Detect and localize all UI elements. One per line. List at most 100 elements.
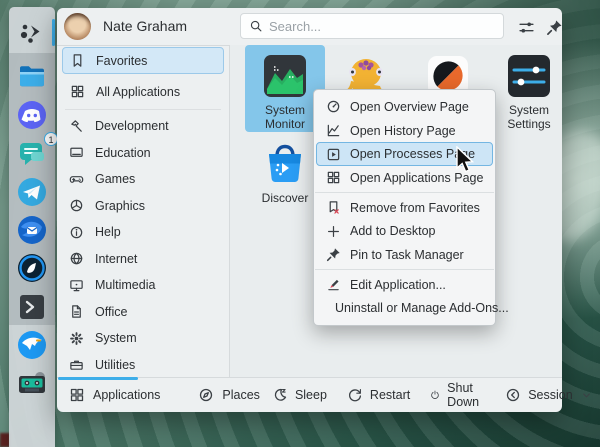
category-label: Multimedia [95,278,155,292]
action-label: Shut Down [447,381,485,409]
category-label: System [95,331,137,345]
pin-icon [326,247,341,262]
system-settings-app-icon [506,53,552,99]
launcher-header: Nate Graham Search... [57,8,562,46]
remove-favorite-icon [326,200,341,215]
menu-separator [315,192,494,193]
chat-icon[interactable]: 1 [17,138,47,168]
pin-icon [546,19,563,36]
sidebar-item-system[interactable]: System [62,325,224,352]
tab-label: Applications [93,388,160,402]
chevron-down-icon [580,389,593,402]
browser-icon[interactable] [17,253,47,283]
restart-icon [347,387,363,403]
active-tab-indicator [58,377,138,380]
menu-item-label: Open History Page [350,124,456,138]
all-apps-grid-icon [326,170,341,185]
sleep-button[interactable]: Sleep [272,387,327,403]
menu-item-label: Add to Desktop [350,224,435,238]
shutdown-button[interactable]: Shut Down [430,381,485,409]
terminal-icon[interactable] [17,292,47,322]
configure-button[interactable] [514,15,538,39]
history-chart-icon [326,123,341,138]
tab-places[interactable]: Places [186,378,272,412]
action-label: Restart [370,388,410,402]
discover-app-icon [262,141,308,187]
sidebar-item-help[interactable]: Help [62,219,224,246]
user-avatar[interactable] [64,13,91,40]
sidebar-item-label: Favorites [96,54,147,68]
gamepad-icon [69,172,84,187]
category-label: Games [95,172,135,186]
menu-item-label: Uninstall or Manage Add-Ons... [335,301,509,315]
search-placeholder: Search... [269,19,321,34]
processes-window-icon [326,147,341,162]
color-wheel-icon [69,198,84,213]
sidebar-separator [65,109,221,110]
sidebar-item-education[interactable]: Education [62,140,224,167]
sidebar-item-favorites[interactable]: Favorites [62,47,224,74]
category-label: Help [95,225,121,239]
all-apps-grid-icon [69,387,85,403]
discord-icon[interactable] [17,100,47,130]
document-icon [69,304,84,319]
bookmark-icon [70,53,85,68]
category-label: Development [95,119,169,133]
category-sidebar: Favorites All Applications Development E… [57,45,230,378]
menu-item-uninstall-or-manage-addons[interactable]: Uninstall or Manage Add-Ons... [316,297,493,321]
app-launcher-icon[interactable] [17,18,47,48]
display-icon [69,145,84,160]
session-chevron-icon [505,387,521,403]
menu-item-open-overview-page[interactable]: Open Overview Page [316,95,493,119]
category-label: Internet [95,252,137,266]
all-apps-grid-icon [70,84,85,99]
menu-item-label: Edit Application... [350,278,446,292]
media-player-icon[interactable] [17,369,47,399]
session-button[interactable]: Session [505,387,592,403]
sleep-moon-icon [272,387,288,403]
falkon-icon[interactable] [17,330,47,360]
sidebar-item-internet[interactable]: Internet [62,246,224,273]
launcher-active-indicator [52,19,55,46]
category-label: Education [95,146,151,160]
sidebar-item-development[interactable]: Development [62,113,224,140]
menu-item-add-to-desktop[interactable]: Add to Desktop [316,219,493,243]
system-monitor-app-icon [262,53,308,99]
category-label: Graphics [95,199,145,213]
edit-pen-icon [326,277,341,292]
notification-badge: 1 [44,132,58,146]
menu-item-edit-application[interactable]: Edit Application... [316,273,493,297]
menu-item-open-history-page[interactable]: Open History Page [316,119,493,143]
search-input[interactable]: Search... [240,13,504,39]
user-name: Nate Graham [103,18,187,34]
pin-button[interactable] [542,15,566,39]
restart-button[interactable]: Restart [347,387,410,403]
desktop: 1 Nate Graham Search... [0,0,600,447]
menu-item-pin-to-task-manager[interactable]: Pin to Task Manager [316,243,493,267]
compass-icon [198,387,214,403]
tab-applications[interactable]: Applications [57,378,172,412]
app-tile-label: System Settings [489,103,569,131]
sidebar-item-office[interactable]: Office [62,299,224,326]
configure-icon [518,19,535,36]
info-icon [69,225,84,240]
toolbox-icon [69,357,84,372]
telegram-icon[interactable] [17,177,47,207]
power-icon [430,387,440,403]
thunderbird-icon[interactable] [17,215,47,245]
menu-item-label: Pin to Task Manager [350,248,464,262]
sidebar-item-games[interactable]: Games [62,166,224,193]
sidebar-item-all-applications[interactable]: All Applications [62,78,224,105]
menu-item-remove-from-favorites[interactable]: Remove from Favorites [316,196,493,220]
sidebar-item-label: All Applications [96,85,180,99]
action-label: Session [528,388,572,402]
app-tile-system-settings[interactable]: System Settings [489,45,569,132]
monitor-icon [69,278,84,293]
sidebar-item-utilities[interactable]: Utilities [62,352,224,379]
gear-icon [69,331,84,346]
sidebar-item-multimedia[interactable]: Multimedia [62,272,224,299]
plus-icon [326,224,341,239]
search-icon [249,19,263,33]
sidebar-item-graphics[interactable]: Graphics [62,193,224,220]
file-manager-icon[interactable] [17,61,47,91]
